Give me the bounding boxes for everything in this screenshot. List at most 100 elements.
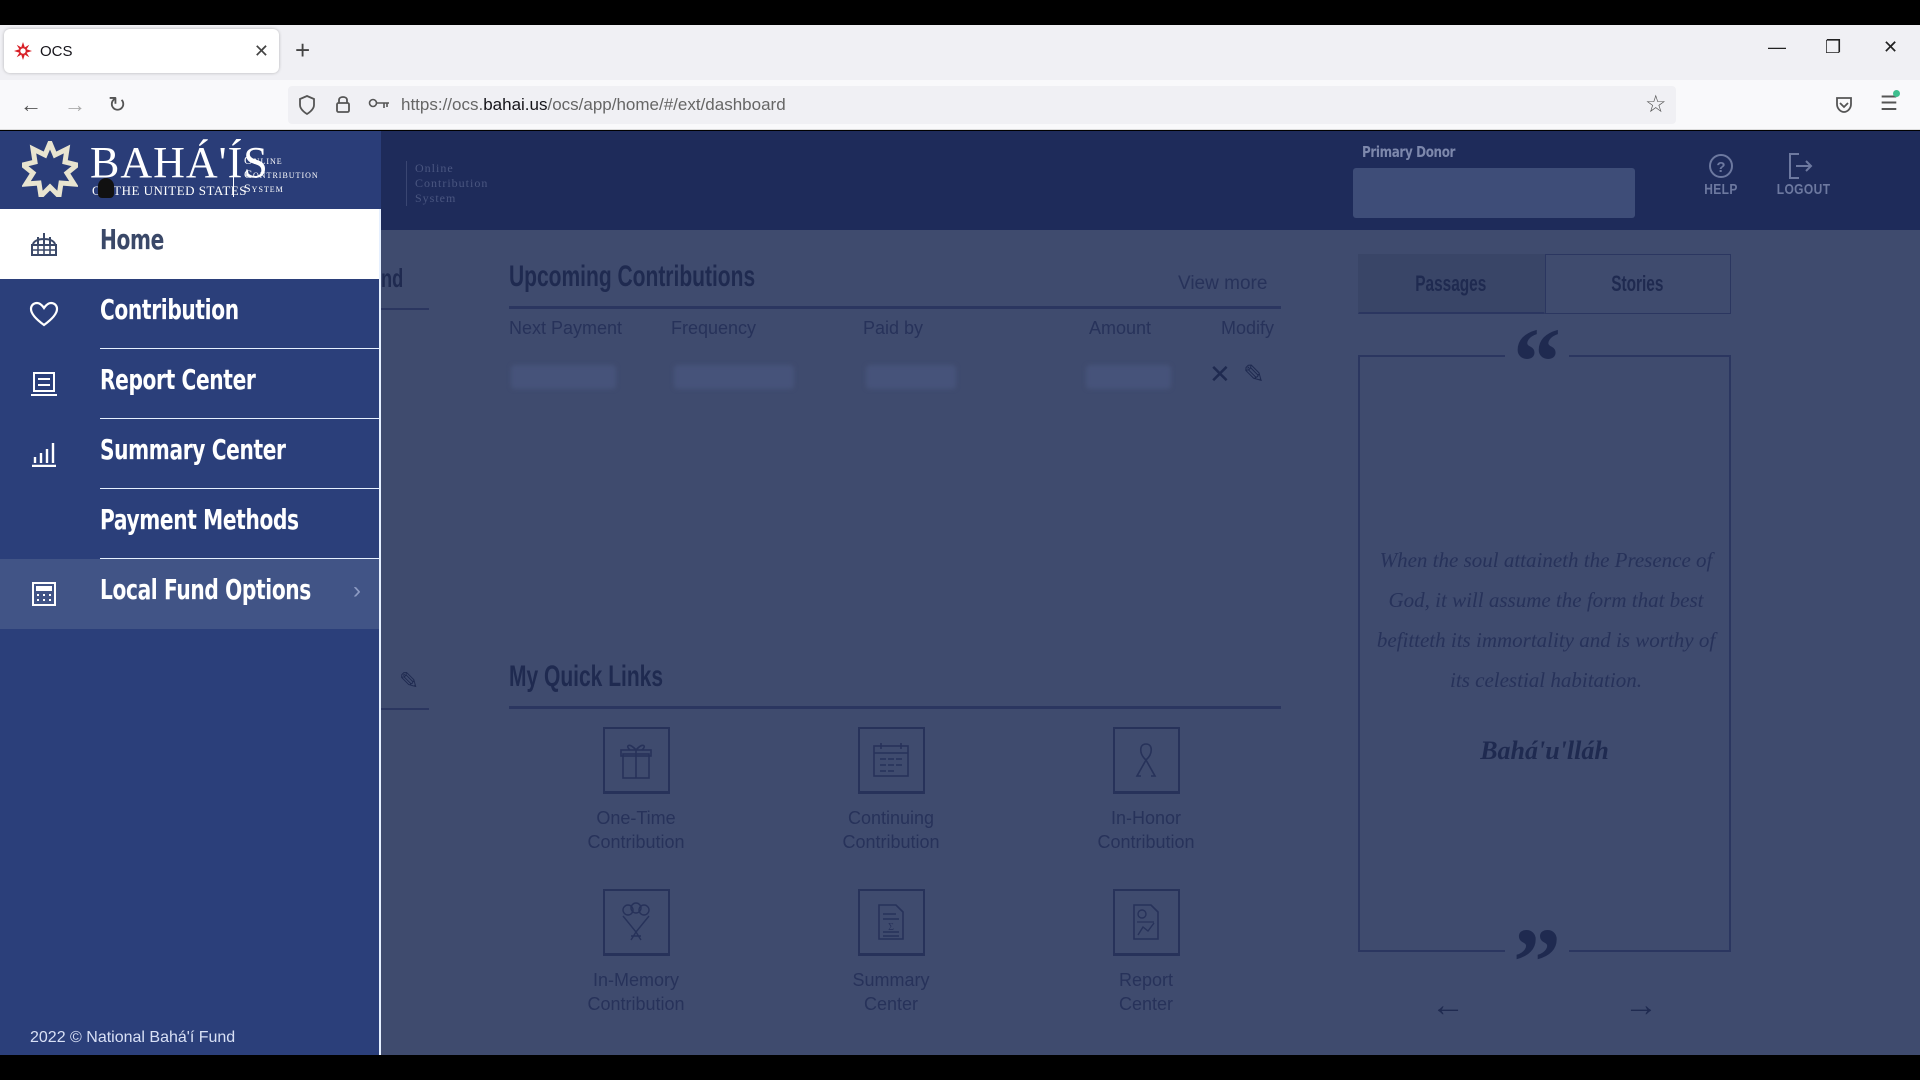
column-header-amount: Amount — [1089, 318, 1152, 338]
help-button[interactable]: ? HELP — [1691, 151, 1751, 199]
quick-link-label: Continuing Contribution — [791, 806, 991, 854]
quote-text: When the soul attaineth the Presence of … — [1376, 548, 1716, 692]
report-icon — [28, 369, 60, 399]
sidebar-item-summary-center[interactable]: Summary Center — [0, 419, 379, 489]
logo-ocs-line: System — [244, 181, 284, 195]
logout-button[interactable]: LOGOUT — [1770, 151, 1830, 199]
browser-nav-bar: ← → ↻ https://ocs.bahai.us/ocs/app/home/… — [0, 80, 1920, 130]
section-divider — [509, 706, 1281, 709]
quick-link-label-line: One-Time — [596, 808, 676, 828]
shield-icon[interactable] — [298, 95, 316, 115]
sidebar-item-contribution[interactable]: Contribution — [0, 279, 379, 349]
reload-icon[interactable]: ↻ — [108, 92, 126, 118]
heart-icon — [28, 299, 60, 329]
mouse-cursor — [98, 178, 114, 198]
bookmark-star-icon[interactable]: ☆ — [1645, 90, 1667, 119]
open-quote-icon: “ — [1505, 327, 1569, 383]
quick-link-label-line: Report — [1118, 970, 1174, 990]
quick-link-label-line: Contribution — [587, 832, 685, 852]
quick-link-report-center[interactable]: Report Center — [1046, 889, 1246, 1016]
edit-contribution-icon[interactable]: ✎ — [1243, 359, 1265, 390]
divider — [381, 708, 429, 710]
quick-link-label-line: Center — [863, 994, 919, 1014]
flowers-icon — [602, 889, 670, 956]
lock-icon[interactable] — [335, 94, 351, 114]
sidebar-item-label: Report Center — [100, 363, 256, 396]
view-more-link[interactable]: View more — [1178, 273, 1267, 295]
previous-passage-arrow-icon[interactable]: ← — [1431, 986, 1465, 1025]
tab-label: Stories — [1611, 271, 1664, 296]
quick-link-continuing-contribution[interactable]: Continuing Contribution — [791, 727, 991, 854]
quick-link-summary-center[interactable]: Σ Summary Center — [791, 889, 991, 1016]
quick-link-label: Summary Center — [791, 968, 991, 1016]
sidebar-item-payment-methods[interactable]: Payment Methods — [0, 489, 379, 559]
delete-contribution-icon[interactable]: ✕ — [1209, 359, 1231, 390]
edit-icon[interactable]: ✎ — [399, 667, 419, 696]
nine-pointed-star-logo-icon — [22, 141, 78, 197]
new-tab-button[interactable]: + — [295, 35, 310, 66]
close-tab-icon[interactable]: ✕ — [254, 41, 269, 62]
column-header-paid-by: Paid by — [863, 318, 924, 338]
tab-label: Passages — [1415, 270, 1487, 296]
restore-icon[interactable]: ❐ — [1825, 37, 1841, 58]
redacted-amount — [1086, 365, 1171, 389]
section-divider — [509, 306, 1281, 309]
back-icon[interactable]: ← — [20, 92, 42, 118]
tab-stories[interactable]: Stories — [1544, 254, 1731, 314]
partial-section-title: nd — [381, 263, 404, 293]
calendar-icon — [857, 727, 925, 794]
quick-link-label-line: Contribution — [1097, 832, 1195, 852]
sidebar-item-local-fund-options[interactable]: Local Fund Options › — [0, 559, 379, 629]
url-text[interactable]: https://ocs.bahai.us/ocs/app/home/#/ext/… — [401, 95, 786, 115]
next-passage-arrow-icon[interactable]: → — [1624, 986, 1658, 1025]
faded-ocs-logo: Online Contribution System — [406, 161, 488, 206]
faded-logo-line: Online — [415, 161, 454, 175]
primary-donor-select[interactable] — [1353, 168, 1635, 218]
column-header-frequency: Frequency — [671, 318, 757, 338]
gift-icon — [602, 727, 670, 794]
minimize-icon[interactable]: — — [1768, 37, 1786, 58]
sidebar-item-label: Payment Methods — [100, 503, 299, 536]
sidebar-item-label: Summary Center — [100, 433, 286, 466]
quick-link-in-memory-contribution[interactable]: In-Memory Contribution — [536, 889, 736, 1016]
calculator-icon — [28, 579, 60, 609]
report-document-icon — [1112, 889, 1180, 956]
chevron-right-icon: › — [353, 577, 361, 604]
browser-tab-strip: OCS ✕ + — ❐ ✕ — [0, 25, 1920, 80]
sidebar-item-label: Home — [100, 223, 164, 256]
sidebar-item-label: Local Fund Options — [100, 573, 311, 606]
nine-pointed-star-icon — [14, 42, 32, 60]
sidebar-item-report-center[interactable]: Report Center — [0, 349, 379, 419]
bahais-logo[interactable]: BAHÁ'ÍS OF THE UNITED STATES Online Cont… — [0, 131, 381, 209]
temple-icon — [28, 229, 60, 259]
quick-link-label-line: Center — [1118, 994, 1174, 1014]
quote-author: Bahá'u'lláh — [1480, 736, 1609, 765]
svg-text:?: ? — [1716, 159, 1725, 176]
svg-text:Σ: Σ — [888, 922, 894, 933]
summary-document-icon: Σ — [857, 889, 925, 956]
faded-logo-line: Contribution — [415, 176, 489, 190]
quick-link-one-time-contribution[interactable]: One-Time Contribution — [536, 727, 736, 854]
quick-link-label-line: In-Memory — [592, 970, 679, 990]
ribbon-icon — [1112, 727, 1180, 794]
logo-divider — [233, 151, 234, 197]
sidebar-item-home[interactable]: Home — [0, 209, 379, 279]
quick-link-in-honor-contribution[interactable]: In-Honor Contribution — [1046, 727, 1246, 854]
logo-subtitle: OF THE UNITED STATES — [92, 183, 247, 198]
divider — [381, 308, 429, 310]
logo-wordmark: BAHÁ'ÍS — [90, 138, 269, 187]
passages-tabs: Passages Stories — [1358, 254, 1731, 314]
quick-link-label-line: In-Honor — [1110, 808, 1182, 828]
browser-tab[interactable]: OCS ✕ — [4, 29, 279, 73]
column-header-next-payment: Next Payment — [509, 318, 623, 338]
url-domain: bahai.us — [483, 95, 548, 114]
url-path: /ocs/app/home/#/ext/dashboard — [547, 95, 786, 114]
quick-link-label-line: Contribution — [842, 832, 940, 852]
quick-link-label: In-Honor Contribution — [1046, 806, 1246, 854]
tab-passages[interactable]: Passages — [1358, 254, 1545, 314]
forward-icon[interactable]: → — [64, 92, 86, 118]
redacted-next-payment — [511, 365, 616, 389]
close-window-icon[interactable]: ✕ — [1883, 37, 1898, 58]
pocket-icon[interactable] — [1834, 95, 1854, 115]
key-icon[interactable] — [368, 98, 390, 110]
